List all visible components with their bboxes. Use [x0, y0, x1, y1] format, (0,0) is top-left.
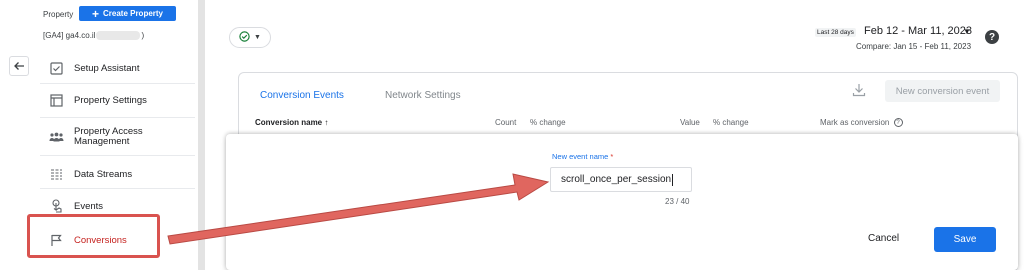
required-mark: *	[610, 152, 614, 161]
redacted-block	[96, 31, 141, 40]
divider	[40, 117, 195, 118]
field-label-text: New event name	[552, 152, 609, 161]
create-property-button[interactable]: + Create Property	[79, 6, 176, 21]
account-selector[interactable]: [GA4] ga4.co.il )	[43, 31, 144, 40]
sidebar-item-property-settings[interactable]: Property Settings	[40, 92, 195, 108]
column-header-value-change[interactable]: % change	[713, 118, 749, 127]
new-conversion-event-button[interactable]: New conversion event	[885, 80, 1000, 102]
account-suffix: )	[141, 31, 145, 40]
create-property-label: Create Property	[102, 9, 164, 18]
caret-down-icon: ▼	[254, 34, 261, 41]
account-name: [GA4] ga4.co.il	[43, 31, 96, 40]
sidebar-item-label: Data Streams	[74, 168, 133, 180]
sidebar-item-setup-assistant[interactable]: Setup Assistant	[40, 60, 195, 76]
conversions-highlight-box	[27, 214, 160, 258]
cancel-button[interactable]: Cancel	[868, 233, 899, 244]
input-value: scroll_once_per_session	[561, 174, 672, 185]
text-cursor	[672, 173, 674, 186]
data-streams-icon	[48, 166, 64, 182]
tab-network-settings[interactable]: Network Settings	[385, 90, 461, 101]
help-circle-icon[interactable]: ?	[893, 118, 903, 128]
sidebar-item-data-streams[interactable]: Data Streams	[40, 166, 195, 182]
people-icon	[48, 129, 64, 145]
new-event-name-label: New event name *	[552, 152, 613, 161]
mark-as-conversion-label: Mark as conversion	[820, 118, 890, 127]
new-event-name-input[interactable]: scroll_once_per_session	[550, 167, 692, 192]
sidebar-item-events[interactable]: Events	[40, 198, 195, 214]
sidebar: Property + Create Property [GA4] ga4.co.…	[0, 0, 200, 270]
date-caret-icon[interactable]: ▼	[963, 27, 971, 36]
column-header-count[interactable]: Count	[495, 118, 516, 127]
date-range-picker[interactable]: Feb 12 - Mar 11, 2023	[864, 25, 972, 37]
settings-panel-icon	[48, 92, 64, 108]
new-event-panel	[226, 134, 1018, 270]
status-dropdown[interactable]: ▼	[229, 27, 271, 48]
sidebar-item-property-access-management[interactable]: Property Access Management	[40, 127, 195, 147]
column-header-value[interactable]: Value	[680, 118, 700, 127]
column-header-count-change[interactable]: % change	[530, 118, 566, 127]
sidebar-item-label: Property Access Management	[74, 126, 143, 147]
tab-conversion-events[interactable]: Conversion Events	[260, 90, 344, 101]
back-arrow-icon[interactable]	[9, 56, 29, 76]
check-circle-icon	[239, 29, 250, 47]
checklist-icon	[48, 60, 64, 76]
save-button[interactable]: Save	[934, 227, 996, 252]
download-icon[interactable]	[852, 83, 868, 99]
plus-icon: +	[91, 6, 99, 21]
sidebar-scrollbar[interactable]	[198, 0, 205, 270]
column-header-mark-as-conversion: Mark as conversion ?	[820, 118, 903, 128]
property-label: Property	[43, 10, 74, 19]
character-counter: 23 / 40	[665, 197, 690, 206]
date-preset-badge: Last 28 days	[815, 28, 856, 37]
divider	[40, 155, 195, 156]
divider	[40, 83, 195, 84]
sidebar-item-label: Property Settings	[74, 94, 147, 106]
help-icon[interactable]: ?	[985, 30, 999, 44]
divider	[40, 188, 195, 189]
touch-icon	[48, 198, 64, 214]
sidebar-item-label: Events	[74, 200, 104, 212]
compare-range: Compare: Jan 15 - Feb 11, 2023	[856, 42, 972, 51]
sidebar-item-label: Setup Assistant	[74, 62, 140, 74]
column-header-name[interactable]: Conversion name ↑	[255, 118, 328, 127]
